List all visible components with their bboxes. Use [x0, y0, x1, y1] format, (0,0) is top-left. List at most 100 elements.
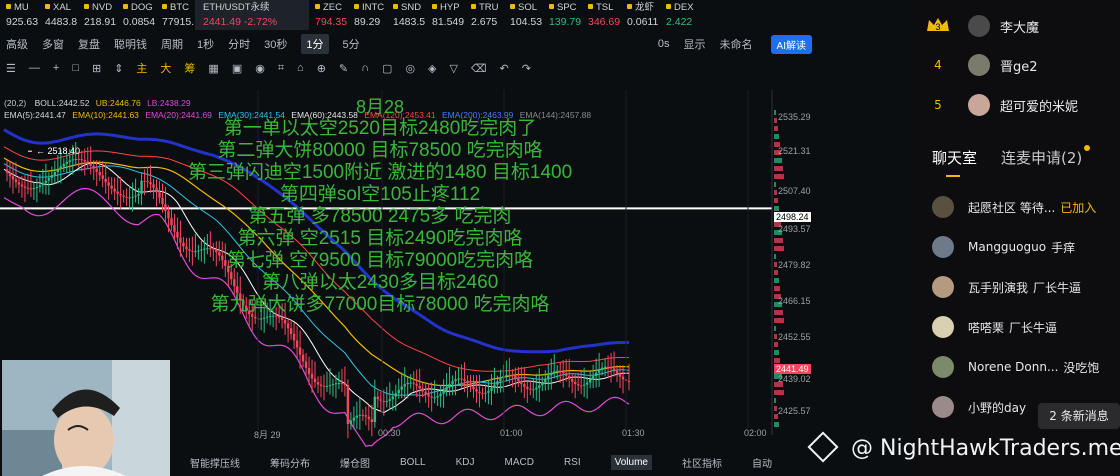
- toolbar-smart-money[interactable]: 聪明钱: [114, 36, 147, 52]
- avatar: [968, 15, 990, 37]
- filter-icon[interactable]: ▽: [450, 62, 458, 75]
- image-icon[interactable]: ▣: [232, 62, 242, 75]
- ticker-0[interactable]: MU 925.63: [0, 0, 39, 30]
- ticker-5[interactable]: ETH/USDT永续 2441.49 -2.72%: [195, 0, 309, 30]
- lock-icon[interactable]: ▢: [382, 62, 392, 75]
- chat-message[interactable]: 瓦手别演我 厂长牛逼: [932, 276, 1120, 298]
- ticker-7[interactable]: INTC 89.29: [348, 0, 387, 30]
- indicator-tab[interactable]: 自动: [752, 455, 772, 470]
- candle-body: [265, 316, 269, 318]
- chat-text: 厂长牛逼: [1009, 320, 1058, 335]
- candle-body: [433, 397, 436, 399]
- display-button[interactable]: 显示: [684, 36, 706, 52]
- menu-icon[interactable]: ☰: [6, 62, 16, 75]
- watermark-text: @ NightHawkTraders.me: [851, 436, 1120, 461]
- toolbar-replay[interactable]: 复盘: [78, 36, 100, 52]
- layout-name-button[interactable]: 未命名: [720, 36, 753, 52]
- line-icon[interactable]: —: [29, 62, 40, 74]
- interval-30s[interactable]: 30秒: [264, 36, 287, 52]
- drag-icon[interactable]: ⇕: [114, 62, 123, 75]
- magnet-icon[interactable]: ∩: [361, 62, 369, 74]
- ticker-4[interactable]: BTC 77915.: [156, 0, 195, 30]
- toolbar-advanced[interactable]: 高级: [6, 36, 28, 52]
- toolbar-period[interactable]: 周期: [161, 36, 183, 52]
- candle-body: [594, 372, 598, 377]
- redo-icon[interactable]: ↷: [522, 62, 531, 75]
- x-tick-2: 01:00: [500, 428, 523, 438]
- ticker-12[interactable]: SPC 139.79: [543, 0, 582, 30]
- chat-message[interactable]: 起愿社区 等待... 已加入: [932, 196, 1120, 218]
- tab-mic-apply[interactable]: 连麦申请(2): [1001, 145, 1091, 173]
- ticker-15[interactable]: DEX 2.422: [660, 0, 699, 30]
- leaderboard-row-4[interactable]: 4 晋ge2: [908, 52, 1120, 78]
- indicator-tab[interactable]: 智能撑压线: [190, 455, 240, 470]
- interval-5m[interactable]: 5分: [343, 36, 360, 52]
- chat-message[interactable]: 嗒嗒栗 厂长牛逼: [932, 316, 1120, 338]
- indicator-tab[interactable]: BOLL: [400, 457, 426, 468]
- ticker-9[interactable]: HYP 81.549: [426, 0, 465, 30]
- zero-s-button[interactable]: 0s: [658, 38, 670, 50]
- cross-icon[interactable]: +: [53, 62, 59, 74]
- chips-toggle[interactable]: 筹: [184, 60, 195, 76]
- ticker-2[interactable]: NVD 218.91: [78, 0, 117, 30]
- interval-1m[interactable]: 1分: [301, 34, 329, 54]
- watermark-logo-icon: [807, 431, 839, 463]
- trash-icon[interactable]: ⌫: [471, 62, 487, 75]
- avatar: [932, 236, 954, 258]
- new-messages-button[interactable]: 2 条新消息: [1038, 403, 1120, 429]
- ticker-symbol: SPC: [549, 2, 582, 14]
- candle-body: [331, 384, 335, 386]
- chat-message[interactable]: Norene Donn... 没吃饱: [932, 356, 1120, 378]
- ticker-6[interactable]: ZEC 794.35: [309, 0, 348, 30]
- ticker-11[interactable]: SOL 104.53: [504, 0, 543, 30]
- layers-icon[interactable]: ◈: [428, 62, 436, 75]
- indicator-tab[interactable]: 爆仓图: [340, 455, 370, 470]
- ticker-14[interactable]: 龙虾 0.0611: [621, 0, 660, 30]
- leaderboard-name: 晋ge2: [1000, 59, 1038, 75]
- indicator-tab[interactable]: KDJ: [456, 457, 475, 468]
- ticker-10[interactable]: TRU 2.675: [465, 0, 504, 30]
- leaderboard-row-5[interactable]: 5 超可爱的米妮: [908, 92, 1120, 118]
- rect-icon[interactable]: □: [72, 62, 79, 74]
- indicator-tab[interactable]: 社区指标: [682, 455, 722, 470]
- interval-1s[interactable]: 1秒: [197, 36, 214, 52]
- indicator-tab[interactable]: 筹码分布: [270, 455, 310, 470]
- tab-chat-room[interactable]: 聊天室: [932, 147, 977, 177]
- candle-body: [367, 416, 371, 420]
- watermark: @ NightHawkTraders.me: [807, 431, 1120, 466]
- indicator-tab[interactable]: MACD: [504, 457, 533, 468]
- ticker-symbol: DOG: [123, 2, 156, 14]
- ticker-8[interactable]: SND 1483.5: [387, 0, 426, 30]
- ticker-price: 0.0854: [123, 16, 156, 28]
- pencil-icon[interactable]: ✎: [339, 62, 348, 75]
- calendar-icon[interactable]: ▦: [208, 62, 218, 75]
- candle-body: [579, 385, 583, 387]
- toolbar-multiwindow[interactable]: 多窗: [42, 36, 64, 52]
- candle-body: [122, 195, 125, 197]
- indicator-tab[interactable]: RSI: [564, 457, 581, 468]
- eye-icon[interactable]: ◎: [405, 62, 415, 75]
- ticker-1[interactable]: XAL 4483.8: [39, 0, 78, 30]
- ai-analysis-button[interactable]: AI解读: [770, 34, 812, 54]
- candle-body: [20, 184, 24, 187]
- ticker-3[interactable]: DOG 0.0854: [117, 0, 156, 30]
- interval-timeline[interactable]: 分时: [228, 36, 250, 52]
- price-tick: 2425.57: [778, 406, 811, 416]
- chat-message[interactable]: Mangguoguo 手痒: [932, 236, 1120, 258]
- tag-icon[interactable]: ⌂: [297, 62, 304, 74]
- candle-body: [493, 384, 496, 389]
- candle-body: [71, 159, 74, 161]
- zoom-icon[interactable]: ⊕: [317, 62, 326, 75]
- main-chart-toggle[interactable]: 主: [136, 60, 147, 76]
- big-chart-toggle[interactable]: 大: [160, 60, 171, 76]
- ticker-13[interactable]: TSL 346.69: [582, 0, 621, 30]
- grid-icon[interactable]: ⊞: [92, 62, 101, 75]
- candle-body: [612, 368, 616, 371]
- camera-icon[interactable]: ◉: [255, 62, 265, 75]
- leaderboard-row-3[interactable]: 3 李大魔: [908, 13, 1120, 39]
- indicator-tab[interactable]: Volume: [610, 454, 652, 470]
- candle-body: [262, 317, 266, 319]
- undo-icon[interactable]: ↶: [500, 62, 509, 75]
- crop-icon[interactable]: ⌗: [278, 62, 284, 75]
- ticker-symbol: TRU: [471, 2, 504, 14]
